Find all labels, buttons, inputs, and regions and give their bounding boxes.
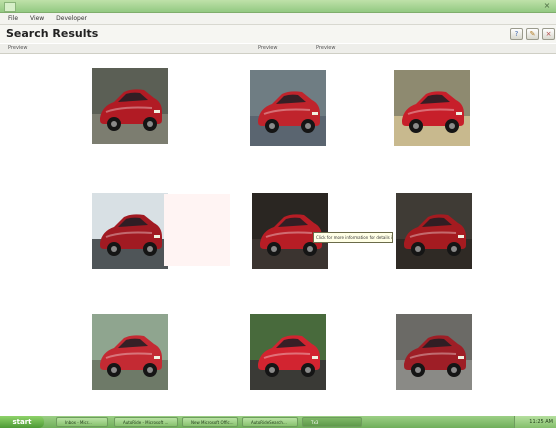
result-image-red-suv-parked[interactable] xyxy=(396,314,472,390)
window-close-button[interactable]: × xyxy=(542,1,552,10)
menu-bar: File View Developer xyxy=(0,13,556,25)
column-preview-2: Preview xyxy=(258,45,278,51)
close-results-button[interactable]: × xyxy=(542,28,555,40)
page-title: Search Results xyxy=(6,27,99,40)
result-image-red-suv-front[interactable] xyxy=(396,193,472,269)
result-image-red-sedan-side[interactable] xyxy=(92,314,168,390)
column-header: Preview Preview Preview xyxy=(0,44,556,54)
taskbar: start Inbox - Micr... AutoRide - Microso… xyxy=(0,416,556,428)
help-icon: ? xyxy=(514,30,519,38)
clock: 11:25 AM xyxy=(529,419,553,425)
page-header: Search Results ? ✎ × xyxy=(0,25,556,43)
column-preview-3: Preview xyxy=(316,45,336,51)
menu-developer[interactable]: Developer xyxy=(56,15,87,22)
column-preview-1: Preview xyxy=(8,45,28,51)
menu-file[interactable]: File xyxy=(8,15,18,22)
app-icon xyxy=(4,2,16,12)
task-tx3[interactable]: Tx3 xyxy=(302,417,362,427)
title-bar: × xyxy=(0,0,556,13)
edit-icon: ✎ xyxy=(529,30,536,38)
image-placeholder xyxy=(164,194,230,266)
result-image-red-hatchback-parked[interactable] xyxy=(250,70,326,146)
system-tray: 11:25 AM xyxy=(514,416,556,428)
task-inbox[interactable]: Inbox - Micr... xyxy=(56,417,108,427)
result-image-red-hatchback-side[interactable] xyxy=(394,70,470,146)
result-image-red-hatchback-front[interactable] xyxy=(92,68,168,144)
task-autoride[interactable]: AutoRide - Microsoft ... xyxy=(114,417,178,427)
result-image-red-hatchback-waterfall[interactable] xyxy=(92,193,168,269)
edit-button[interactable]: ✎ xyxy=(526,28,539,40)
result-image-red-hatchback-road[interactable] xyxy=(250,314,326,390)
task-office[interactable]: New Microsoft Offic... xyxy=(182,417,238,427)
tooltip: Click for more information for details i… xyxy=(313,232,393,243)
result-image-red-hatchback-studio[interactable] xyxy=(252,193,328,269)
close-icon: × xyxy=(545,30,552,38)
start-button[interactable]: start xyxy=(0,416,44,428)
help-button[interactable]: ? xyxy=(510,28,523,40)
task-search[interactable]: AutoRideSearch... xyxy=(242,417,298,427)
menu-view[interactable]: View xyxy=(30,15,44,22)
